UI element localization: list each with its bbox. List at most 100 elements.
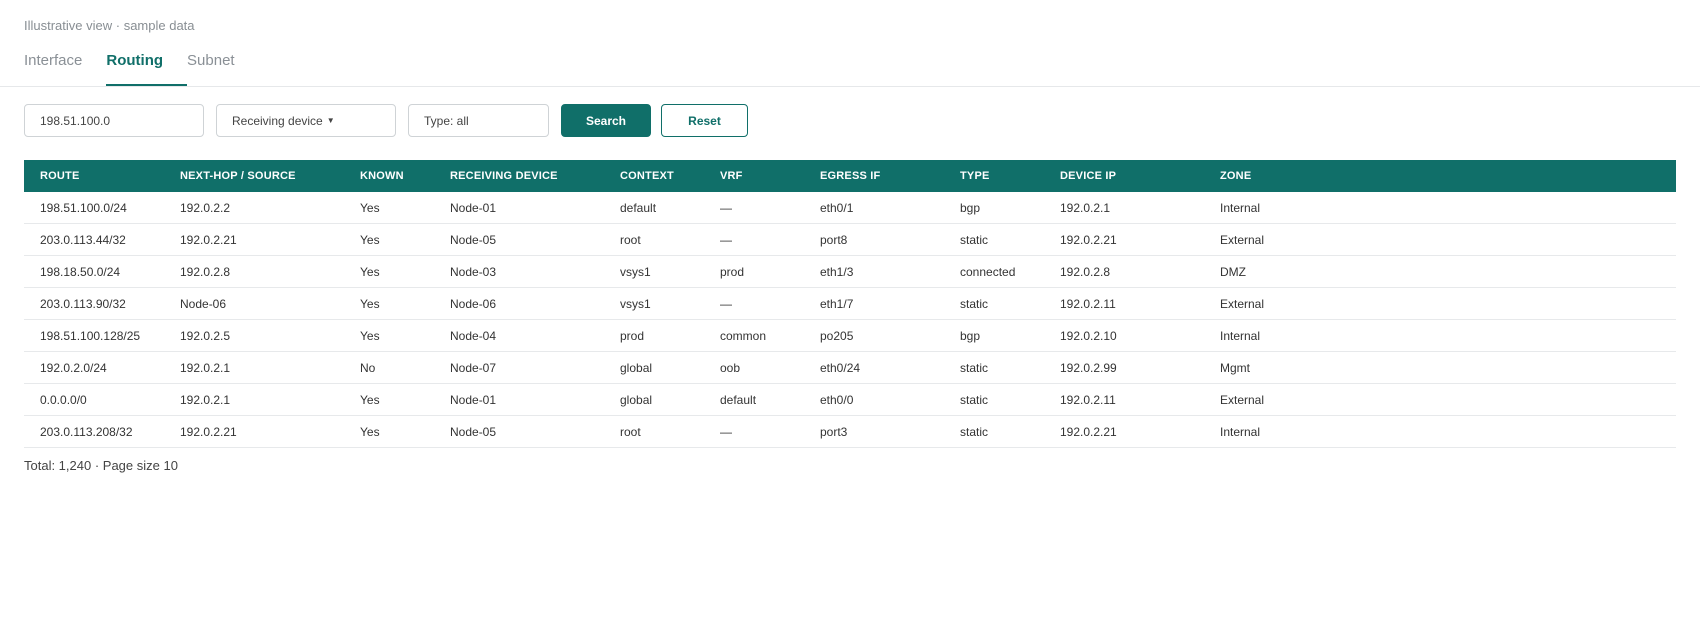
context-cell: root — [604, 415, 704, 448]
device-ip-cell: 192.0.2.11 — [1044, 383, 1204, 416]
known-cell: No — [344, 351, 434, 384]
known-cell: Yes — [344, 192, 434, 224]
context-cell: vsys1 — [604, 287, 704, 320]
table-header-row: ROUTE NEXT-HOP / SOURCE KNOWN RECEIVING … — [24, 160, 1676, 192]
column-header: EGRESS IF — [804, 160, 944, 192]
route-cell: 198.51.100.0/24 — [24, 192, 164, 224]
route-cell: 203.0.113.208/32 — [24, 415, 164, 448]
vrf-cell: — — [704, 223, 804, 256]
known-cell: Yes — [344, 255, 434, 288]
column-header: NEXT-HOP / SOURCE — [164, 160, 344, 192]
type-cell: static — [944, 415, 1044, 448]
known-cell: Yes — [344, 319, 434, 352]
column-header: CONTEXT — [604, 160, 704, 192]
egress-if-cell: eth0/0 — [804, 383, 944, 416]
known-cell: Yes — [344, 223, 434, 256]
receiving-device-cell: Node-05 — [434, 223, 604, 256]
type-cell: static — [944, 287, 1044, 320]
device-ip-cell: 192.0.2.99 — [1044, 351, 1204, 384]
egress-if-cell: eth1/3 — [804, 255, 944, 288]
receiving-device-cell: Node-03 — [434, 255, 604, 288]
vrf-cell: — — [704, 192, 804, 224]
next-hop-cell: 192.0.2.5 — [164, 319, 344, 352]
search-input[interactable] — [24, 104, 204, 137]
egress-if-cell: port8 — [804, 223, 944, 256]
route-cell: 198.18.50.0/24 — [24, 255, 164, 288]
next-hop-cell: 192.0.2.1 — [164, 383, 344, 416]
egress-if-cell: eth0/24 — [804, 351, 944, 384]
table-row[interactable]: 0.0.0.0/0 192.0.2.1 Yes Node-01 global defaul… — [24, 383, 1676, 416]
search-button[interactable]: Search — [561, 104, 651, 137]
egress-if-cell: eth0/1 — [804, 192, 944, 224]
tab-bar: Interface Routing Subnet — [24, 52, 259, 86]
context-cell: global — [604, 383, 704, 416]
type-cell: static — [944, 383, 1044, 416]
device-ip-cell: 192.0.2.1 — [1044, 192, 1204, 224]
column-header: ZONE — [1204, 160, 1676, 192]
known-cell: Yes — [344, 383, 434, 416]
vrf-cell: prod — [704, 255, 804, 288]
type-cell: static — [944, 223, 1044, 256]
context-cell: root — [604, 223, 704, 256]
device-ip-cell: 192.0.2.21 — [1044, 415, 1204, 448]
route-cell: 198.51.100.128/25 — [24, 319, 164, 352]
table-body: 198.51.100.0/24 192.0.2.2 Yes Node-01 defaul… — [24, 192, 1676, 448]
table-row[interactable]: 198.51.100.128/25 192.0.2.5 Yes Node-04 prod… — [24, 319, 1676, 352]
routing-table: ROUTE NEXT-HOP / SOURCE KNOWN RECEIVING … — [24, 160, 1676, 448]
route-cell: 203.0.113.44/32 — [24, 223, 164, 256]
tab-divider — [0, 86, 1700, 87]
receiving-device-cell: Node-05 — [434, 415, 604, 448]
table-row[interactable]: 203.0.113.44/32 192.0.2.21 Yes Node-05 root —… — [24, 223, 1676, 256]
table-row[interactable]: 203.0.113.208/32 192.0.2.21 Yes Node-05 root… — [24, 415, 1676, 448]
column-header: VRF — [704, 160, 804, 192]
device-ip-cell: 192.0.2.8 — [1044, 255, 1204, 288]
device-ip-cell: 192.0.2.10 — [1044, 319, 1204, 352]
pagination-summary: Total: 1,240 · Page size 10 — [24, 458, 178, 473]
vrf-cell: — — [704, 415, 804, 448]
known-cell: Yes — [344, 415, 434, 448]
table-row[interactable]: 192.0.2.0/24 192.0.2.1 No Node-07 global oob e… — [24, 351, 1676, 384]
vrf-cell: default — [704, 383, 804, 416]
table-row[interactable]: 203.0.113.90/32 Node-06 Yes Node-06 vsys1— et… — [24, 287, 1676, 320]
receiving-device-cell: Node-01 — [434, 383, 604, 416]
type-select-label: Type: all — [424, 113, 469, 128]
tab-routing[interactable]: Routing — [106, 52, 187, 86]
zone-cell: Internal — [1204, 415, 1676, 448]
receiving-device-cell: Node-07 — [434, 351, 604, 384]
receiving-device-select[interactable]: Receiving device ▼ — [216, 104, 396, 137]
receiving-device-select-label: Receiving device — [232, 113, 323, 128]
receiving-device-cell: Node-01 — [434, 192, 604, 224]
device-ip-cell: 192.0.2.11 — [1044, 287, 1204, 320]
table-row[interactable]: 198.51.100.0/24 192.0.2.2 Yes Node-01 defaul… — [24, 192, 1676, 224]
filter-toolbar: Receiving device ▼ Type: all Search Rese… — [24, 104, 748, 137]
context-cell: prod — [604, 319, 704, 352]
tab-subnet[interactable]: Subnet — [187, 52, 235, 86]
reset-button[interactable]: Reset — [661, 104, 748, 137]
type-cell: connected — [944, 255, 1044, 288]
context-cell: vsys1 — [604, 255, 704, 288]
type-select[interactable]: Type: all — [408, 104, 549, 137]
zone-cell: Mgmt — [1204, 351, 1676, 384]
next-hop-cell: 192.0.2.21 — [164, 223, 344, 256]
next-hop-cell: 192.0.2.8 — [164, 255, 344, 288]
vrf-cell: — — [704, 287, 804, 320]
zone-cell: Internal — [1204, 192, 1676, 224]
tab-interface[interactable]: Interface — [24, 52, 82, 86]
context-cell: global — [604, 351, 704, 384]
context-cell: default — [604, 192, 704, 224]
route-cell: 0.0.0.0/0 — [24, 383, 164, 416]
column-header: ROUTE — [24, 160, 164, 192]
egress-if-cell: port3 — [804, 415, 944, 448]
vrf-cell: common — [704, 319, 804, 352]
receiving-device-cell: Node-04 — [434, 319, 604, 352]
type-cell: static — [944, 351, 1044, 384]
zone-cell: DMZ — [1204, 255, 1676, 288]
egress-if-cell: po205 — [804, 319, 944, 352]
zone-cell: External — [1204, 287, 1676, 320]
next-hop-cell: Node-06 — [164, 287, 344, 320]
device-ip-cell: 192.0.2.21 — [1044, 223, 1204, 256]
table-row[interactable]: 198.18.50.0/24 192.0.2.8 Yes Node-03 vsys1 pr… — [24, 255, 1676, 288]
zone-cell: External — [1204, 383, 1676, 416]
zone-cell: External — [1204, 223, 1676, 256]
known-cell: Yes — [344, 287, 434, 320]
